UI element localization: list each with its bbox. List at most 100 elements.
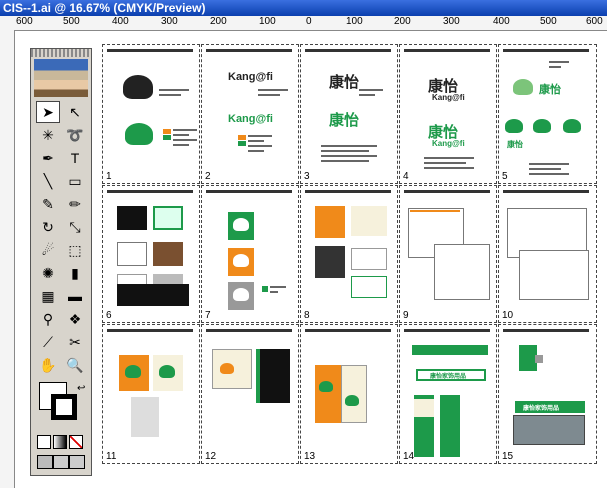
sign-bracket [535,355,543,363]
page-number: 11 [106,451,117,462]
panel-artwork-image [34,59,88,97]
direct-selection-tool-button[interactable]: ↖ [63,101,87,123]
horizontal-ruler[interactable]: 600 500 400 300 200 100 0 100 200 300 40… [0,16,607,31]
page-number: 6 [106,310,112,321]
line-tool-button[interactable]: ╲ [36,170,60,192]
page-thumbnail[interactable]: 9 [399,185,497,323]
stroke-swatch[interactable] [51,394,77,420]
screen-mode-full-button[interactable] [69,455,85,469]
brand-logo-mark [513,79,533,95]
graph-tool-button[interactable]: ▮ [63,262,87,284]
paintbrush-tool-button[interactable]: ✎ [36,193,60,215]
logo-variant-green [153,206,183,230]
pen-tool-button[interactable]: ✒ [36,147,60,169]
zoom-tool-button[interactable]: 🔍 [63,354,87,376]
mesh-tool-button[interactable]: ▦ [36,285,60,307]
scale-tool-button[interactable]: ⤡ [63,216,87,238]
warp-tool-button[interactable]: ☄ [36,239,60,261]
color-swatch [238,135,246,140]
brand-logo-mark [125,123,153,145]
color-swatch [163,135,171,140]
scissors-tool-button[interactable]: ✂ [63,331,87,353]
page-number: 4 [403,171,409,182]
page-thumbnail[interactable]: 13 [300,324,398,464]
swap-fill-stroke-icon[interactable]: ↩ [77,383,85,394]
scale-tool-icon: ⤡ [69,218,81,235]
text-line-placeholder [359,94,375,96]
page-thumbnail[interactable]: 1 [102,44,200,184]
envelope-medium [519,250,589,300]
logo-combo: 康怡 [539,84,561,96]
lasso-tool-button[interactable]: ➰ [63,124,87,146]
text-line-placeholder [248,150,264,152]
hand-tool-button[interactable]: ✋ [36,354,60,376]
eyedropper-tool-button[interactable]: ⚲ [36,308,60,330]
paper-bag-cream [341,365,367,423]
shopping-bag-print [131,397,159,437]
page-thumbnail[interactable]: 5 康怡 康怡 [498,44,597,184]
page-number: 5 [502,171,508,182]
logo-lockup-en-green: Kang@fi [432,139,465,148]
color-mode-button[interactable] [37,435,51,449]
logo-lockup-en: Kang@fi [432,93,465,102]
page-number: 7 [205,310,211,321]
logo-variant-gray [117,242,147,266]
page-thumbnail[interactable]: 11 [102,324,200,464]
none-mode-button[interactable] [69,435,83,449]
gradient-tool-button[interactable]: ▬ [63,285,87,307]
screen-mode-standard-button[interactable] [37,455,53,469]
lasso-tool-icon: ➰ [66,126,84,143]
page-thumbnail[interactable]: 4 康怡 Kang@fi 康怡 Kang@fi [399,44,497,184]
page-thumbnail[interactable]: 2 Kang@fi Kang@fi [201,44,299,184]
text-line-placeholder [173,129,197,131]
rotate-tool-icon: ↻ [42,218,54,235]
type-tool-button[interactable]: T [63,147,87,169]
screen-mode-full-menu-button[interactable] [53,455,69,469]
brand-logo-mark [159,365,175,378]
text-line-placeholder [529,168,561,170]
brand-logo-mark [123,75,153,99]
graph-tool-icon: ▮ [71,264,79,281]
window-title: CIS--1.ai @ 16.67% (CMYK/Preview) [3,1,206,15]
panel-grip[interactable] [31,49,91,57]
magic-wand-tool-button[interactable]: ✳ [36,124,60,146]
storefront-sign-text: 康怡家饰用品 [430,374,467,380]
gradient-mode-button[interactable] [53,435,67,449]
zoom-tool-icon: 🔍 [66,356,84,373]
brand-logo-mark [505,119,523,133]
page-thumbnail[interactable]: 12 [201,324,299,464]
page-thumbnail[interactable]: 6 [102,185,200,323]
packaging-green-edge [256,349,260,403]
blend-tool-button[interactable]: ❖ [63,308,87,330]
page-header-bar [404,329,490,332]
signboard-top [412,345,488,355]
eyedropper-tool-icon: ⚲ [42,310,54,327]
ruler-label: 200 [210,16,227,27]
ruler-label: 600 [586,16,603,27]
page-header-bar [305,49,391,52]
pencil-tool-button[interactable]: ✏ [63,193,87,215]
brand-logo-mark [220,363,234,374]
text-line-placeholder [549,61,569,63]
page-thumbnail[interactable]: 7 [201,185,299,323]
rotate-tool-button[interactable]: ↻ [36,216,60,238]
slice-tool-icon: ⟋ [43,333,53,350]
page-thumbnail[interactable]: 15 康怡家饰用品 [498,324,597,464]
free-transform-tool-button[interactable]: ⬚ [63,239,87,261]
page-thumbnail[interactable]: 10 [498,185,597,323]
vertical-ruler[interactable] [0,30,15,488]
page-number: 9 [403,310,409,321]
rectangle-tool-button[interactable]: ▭ [63,170,87,192]
page-thumbnail[interactable]: 8 [300,185,398,323]
slice-tool-button[interactable]: ⟋ [36,331,60,353]
page-thumbnail[interactable]: 14 康怡家饰用品 [399,324,497,464]
brand-logo-mark [533,119,551,133]
page-thumbnail[interactable]: 3 康怡 康怡 [300,44,398,184]
tool-buttons: ➤ ↖ ✳ ➰ ✒ T ╲ ▭ ✎ ✏ ↻ ⤡ ☄ ⬚ ✺ ▮ ▦ ▬ ⚲ ❖ ⟋ ✂ ✋ 🔍 [31,101,91,401]
ruler-label: 400 [112,16,129,27]
page-header-bar [503,49,589,52]
business-card-front [315,206,345,238]
selection-tool-button[interactable]: ➤ [36,101,60,123]
letterhead-stripe [410,210,460,212]
symbol-sprayer-tool-button[interactable]: ✺ [36,262,60,284]
